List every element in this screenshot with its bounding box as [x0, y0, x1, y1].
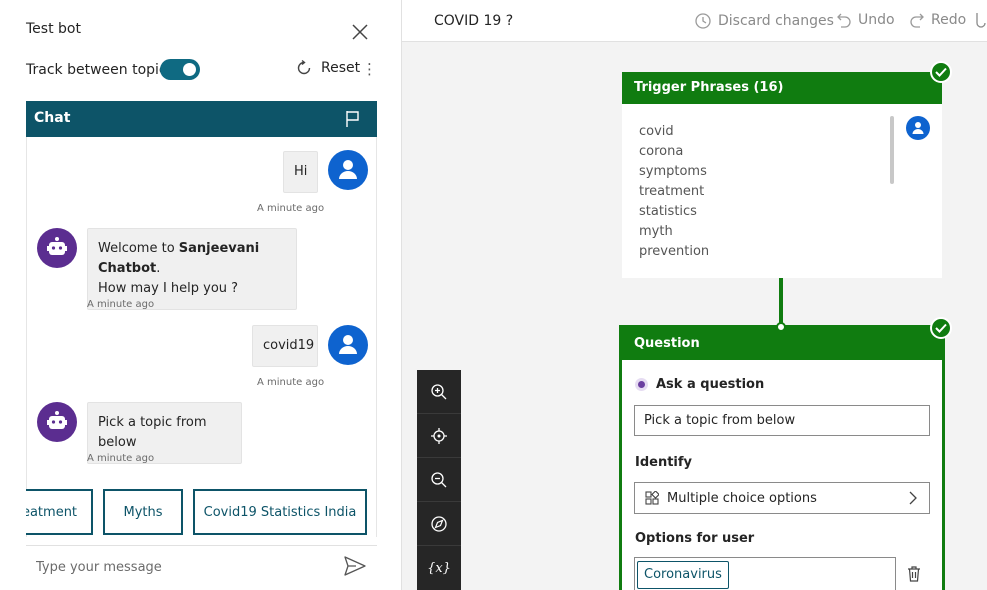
trigger-phrase: corona	[639, 144, 684, 159]
trigger-phrases-node[interactable]: Trigger Phrases (16) covid corona sympto…	[622, 72, 942, 278]
connector-handle[interactable]	[776, 322, 786, 332]
topic-name: COVID 19 ?	[434, 13, 514, 29]
option-entry-field[interactable]: Coronavirus	[634, 557, 896, 590]
checkmark-icon	[935, 67, 947, 77]
flag-icon[interactable]	[345, 110, 361, 128]
discard-changes-label: Discard changes	[718, 13, 834, 29]
person-icon	[339, 160, 357, 179]
suggestion-myths[interactable]: Myths	[103, 489, 183, 535]
compass-icon	[431, 515, 447, 532]
question-bullet-icon	[635, 378, 648, 391]
chat-header-title: Chat	[34, 110, 71, 126]
discard-changes-button[interactable]: Discard changes	[694, 12, 834, 30]
question-node[interactable]: Question Ask a question Identify Multipl…	[619, 325, 945, 590]
welcome-prefix: Welcome to	[98, 241, 179, 256]
trigger-phrases-header: Trigger Phrases (16)	[622, 72, 942, 104]
redo-label: Redo	[931, 12, 967, 28]
message-composer	[26, 545, 377, 586]
suggestion-covid19-statistics-india[interactable]: Covid19 Statistics India	[193, 489, 367, 535]
identify-label: Identify	[635, 455, 693, 470]
identify-dropdown[interactable]: Multiple choice options	[634, 482, 930, 514]
ask-question-row: Ask a question	[635, 377, 764, 392]
ask-question-label: Ask a question	[656, 377, 765, 392]
options-for-user-label: Options for user	[635, 531, 755, 546]
navigate-button[interactable]	[417, 502, 461, 546]
zoom-out-icon	[431, 471, 447, 487]
trash-icon[interactable]	[907, 566, 921, 582]
undo-icon	[837, 13, 851, 28]
chat-transcript[interactable]: Hi A minute ago Welcome to Sanjeevani Ch…	[26, 137, 377, 537]
reset-button[interactable]: Reset	[295, 59, 360, 77]
reset-label: Reset	[321, 60, 361, 76]
trigger-phrase: myth	[639, 224, 673, 239]
user-avatar	[328, 150, 368, 190]
user-message: covid19	[252, 325, 318, 367]
test-bot-title: Test bot	[26, 21, 81, 37]
message-timestamp: A minute ago	[257, 377, 325, 388]
history-icon	[695, 13, 711, 29]
identify-value: Multiple choice options	[667, 490, 817, 506]
user-avatar	[328, 325, 368, 365]
node-connector	[779, 278, 783, 326]
redo-icon	[910, 13, 924, 28]
trigger-phrase-list: covid corona symptoms treatment statisti…	[639, 122, 709, 262]
variables-icon: {x}	[427, 560, 451, 576]
track-between-topics-label: Track between topics	[26, 62, 174, 78]
bot-message: Welcome to Sanjeevani Chatbot. How may I…	[87, 228, 297, 310]
zoom-in-button[interactable]	[417, 370, 461, 414]
bot-avatar	[37, 228, 77, 268]
user-message: Hi	[283, 151, 318, 193]
zoom-in-icon	[431, 383, 447, 399]
more-options-icon[interactable]: ⋮	[362, 60, 377, 78]
bot-icon	[47, 237, 67, 255]
suggested-actions: eatment Myths Covid19 Statistics India	[26, 489, 377, 535]
fit-view-icon	[431, 427, 447, 444]
welcome-suffix: .	[156, 261, 161, 276]
fit-view-button[interactable]	[417, 414, 461, 458]
flow-checker-icon[interactable]	[975, 11, 987, 31]
person-icon	[339, 335, 357, 354]
multiple-choice-icon	[645, 491, 659, 505]
variables-button[interactable]: {x}	[417, 546, 461, 590]
chat-header: Chat	[26, 101, 377, 137]
checkmark-icon	[935, 323, 947, 333]
trigger-phrase: statistics	[639, 204, 697, 219]
close-icon[interactable]	[350, 22, 370, 42]
trigger-phrase: covid	[639, 124, 674, 139]
user-avatar	[906, 116, 930, 140]
chevron-right-icon	[909, 491, 917, 505]
zoom-out-button[interactable]	[417, 458, 461, 502]
message-input[interactable]	[36, 556, 326, 578]
undo-label: Undo	[858, 12, 895, 28]
person-icon	[912, 122, 924, 134]
undo-button[interactable]: Undo	[836, 12, 895, 28]
redo-button[interactable]: Redo	[909, 12, 966, 28]
node-valid-check	[930, 61, 952, 83]
trigger-phrase: prevention	[639, 244, 710, 259]
suggestion-treatment[interactable]: eatment	[26, 489, 93, 535]
trigger-phrase: symptoms	[639, 164, 707, 179]
welcome-line2: How may I help you ?	[98, 281, 239, 296]
trigger-phrase: treatment	[639, 184, 705, 199]
option-chip[interactable]: Coronavirus	[637, 561, 729, 589]
message-timestamp: A minute ago	[87, 453, 155, 464]
canvas-zoom-controls: {x}	[417, 370, 461, 590]
bot-icon	[47, 411, 67, 429]
message-timestamp: A minute ago	[87, 299, 155, 310]
track-between-topics-toggle[interactable]	[160, 59, 200, 80]
send-icon[interactable]	[344, 556, 366, 576]
bot-avatar	[37, 402, 77, 442]
question-text-input[interactable]	[634, 405, 930, 436]
phrase-list-scrollbar[interactable]	[890, 116, 894, 184]
node-valid-check	[930, 317, 952, 339]
refresh-icon	[297, 59, 311, 75]
message-timestamp: A minute ago	[257, 203, 325, 214]
topic-toolbar: COVID 19 ? Discard changes Undo Redo	[402, 0, 987, 42]
test-bot-panel: Test bot Track between topics Reset ⋮ Ch…	[0, 0, 402, 590]
